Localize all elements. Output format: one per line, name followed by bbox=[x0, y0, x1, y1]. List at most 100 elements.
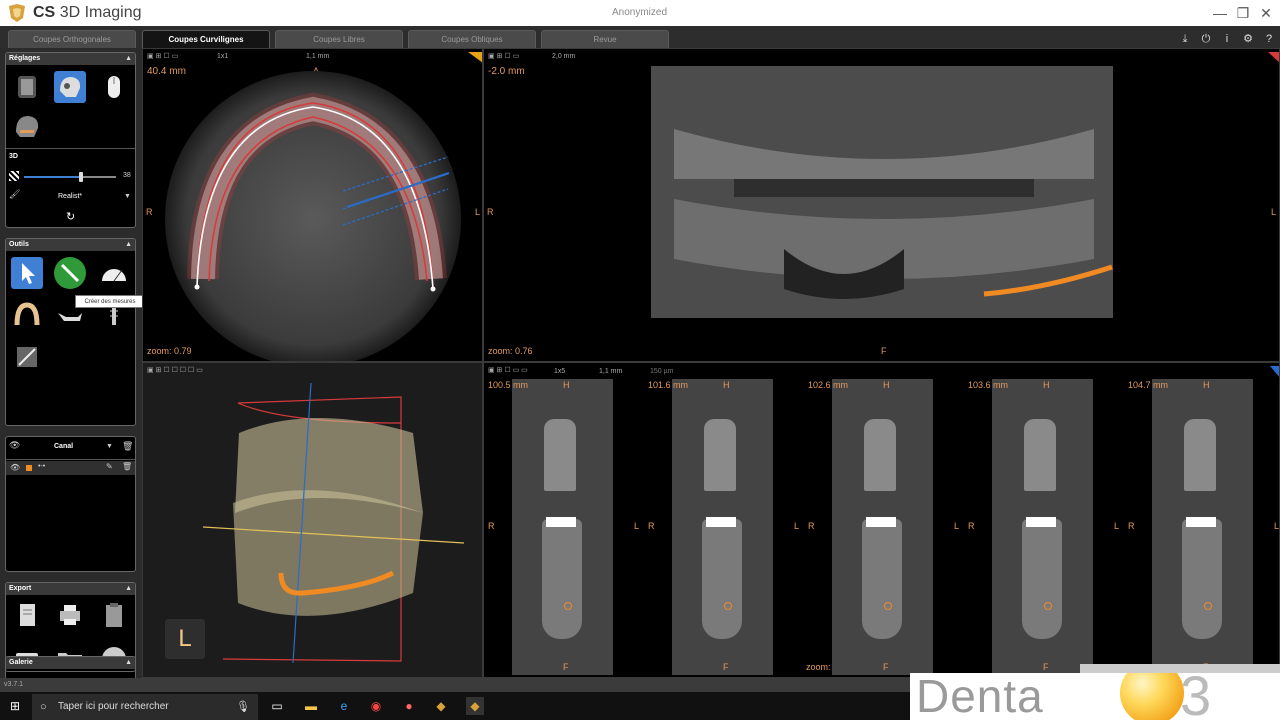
cross-slice[interactable] bbox=[1152, 379, 1253, 675]
file-explorer-icon[interactable]: ▬ bbox=[302, 697, 320, 715]
panoramic-image bbox=[651, 52, 1279, 318]
tab-coupes-obliques[interactable]: Coupes Obliques bbox=[408, 30, 536, 48]
watermark-text: Denta bbox=[916, 673, 1044, 720]
app-title: CS 3D Imaging bbox=[33, 4, 142, 21]
tab-coupes-curvilignes[interactable]: Coupes Curvilignes bbox=[142, 30, 270, 48]
tooth-crown bbox=[1024, 419, 1056, 491]
app-window: CS 3D Imaging Anonymized — ❐ ✕ Coupes Or… bbox=[0, 0, 1280, 720]
orientation-right: L bbox=[1274, 521, 1280, 531]
trash-icon[interactable]: 🗑 bbox=[122, 441, 133, 452]
minimize-button[interactable]: — bbox=[1210, 4, 1230, 22]
orientation-bottom: F bbox=[1043, 662, 1049, 672]
pencil-icon[interactable]: ✎ bbox=[106, 462, 113, 471]
tooltip: Créer des mesures bbox=[75, 295, 145, 308]
orientation-left: R bbox=[488, 521, 495, 531]
printer-icon[interactable] bbox=[54, 599, 86, 631]
orientation-left: R bbox=[1128, 521, 1135, 531]
panel-canal: 👁 Canal ▼ 🗑 👁 •-• ✎ 🗑 bbox=[5, 436, 136, 572]
protractor-icon[interactable] bbox=[98, 257, 130, 289]
opacity-slider[interactable] bbox=[24, 172, 116, 182]
cs-imaging-active-icon[interactable]: ◆ bbox=[466, 697, 484, 715]
chevron-down-icon[interactable]: ▼ bbox=[124, 193, 131, 200]
edge-icon[interactable]: e bbox=[335, 697, 353, 715]
cross-slice[interactable] bbox=[512, 379, 613, 675]
slice-position: 101.6 mm bbox=[648, 380, 689, 390]
tab-coupes-orthogonales[interactable]: Coupes Orthogonales bbox=[8, 30, 136, 48]
tooth-crown bbox=[1184, 419, 1216, 491]
orientation-left: R bbox=[648, 521, 655, 531]
mouse-icon[interactable] bbox=[98, 71, 130, 103]
cross-section-view[interactable]: ▣ ⊞ ☐ ▭ ▭ 1x5 1,1 mm 150 µm zoom: 0.76 1… bbox=[483, 362, 1280, 678]
canal-marker bbox=[1204, 602, 1212, 610]
slider-handle[interactable] bbox=[79, 172, 84, 182]
skull-view-icon[interactable] bbox=[11, 71, 43, 103]
cross-slice[interactable] bbox=[832, 379, 933, 675]
canal-select[interactable]: Canal bbox=[54, 443, 73, 450]
panoramic-view[interactable]: ▣ ⊞ ☐ ▭ 2,0 mm -2.0 mm zoom: 0.76 H F R … bbox=[483, 48, 1280, 362]
orientation-top: H bbox=[563, 380, 570, 390]
power-icon[interactable]: ⏻ bbox=[1199, 33, 1213, 45]
clipboard-icon[interactable] bbox=[98, 599, 130, 631]
microphone-icon[interactable]: 🎙 bbox=[236, 694, 250, 720]
maximize-button[interactable]: ❐ bbox=[1233, 4, 1253, 22]
chrome-icon[interactable]: ◉ bbox=[367, 697, 385, 715]
view-toolbar[interactable]: ▣ ⊞ ☐ ▭ ▭ bbox=[488, 366, 528, 374]
info-icon[interactable]: i bbox=[1220, 33, 1234, 45]
brush-icon: 🖌 bbox=[9, 189, 21, 199]
trash-icon[interactable]: 🗑 bbox=[122, 462, 132, 471]
slice-position: 102.6 mm bbox=[808, 380, 849, 390]
eye-icon[interactable]: 👁 bbox=[9, 440, 20, 451]
cs-logo-icon bbox=[9, 4, 25, 22]
label-3d: 3D bbox=[9, 153, 18, 160]
measure-icon[interactable] bbox=[54, 257, 86, 289]
tab-revue[interactable]: Revue bbox=[541, 30, 669, 48]
version-label: v3.7.1 bbox=[4, 681, 24, 688]
denta3-watermark: Denta 3 bbox=[910, 673, 1280, 720]
taskbar-search[interactable]: ○ Taper ici pour rechercher 🎙 bbox=[32, 694, 258, 720]
axial-image bbox=[165, 52, 482, 361]
cross-slice[interactable] bbox=[672, 379, 773, 675]
task-view-icon[interactable]: ▭ bbox=[268, 697, 286, 715]
help-icon[interactable]: ? bbox=[1262, 33, 1276, 45]
gear-icon[interactable]: ⚙ bbox=[1241, 33, 1255, 45]
slice-spacing: 150 µm bbox=[650, 368, 674, 375]
volume-view[interactable]: ▣ ⊞ ☐ ☐ ☐ ☐ ▭ L bbox=[142, 362, 483, 678]
tab-coupes-libres[interactable]: Coupes Libres bbox=[275, 30, 403, 48]
pointer-icon[interactable] bbox=[11, 257, 43, 289]
chevron-down-icon[interactable]: ▼ bbox=[106, 443, 113, 450]
canal-marker bbox=[724, 602, 732, 610]
rotate-icon[interactable]: ↻ bbox=[66, 210, 75, 223]
filling bbox=[546, 517, 576, 527]
watermark-suffix: 3 bbox=[1180, 673, 1212, 720]
panel-outils: Outils ▲ bbox=[5, 238, 136, 426]
record-icon[interactable]: ● bbox=[400, 697, 418, 715]
document-icon[interactable] bbox=[11, 599, 43, 631]
render-mode-select[interactable]: Realist* bbox=[58, 193, 82, 200]
orientation-bottom: F bbox=[723, 662, 729, 672]
canal-marker bbox=[564, 602, 572, 610]
axial-view[interactable]: ▣ ⊞ ☐ ▭ 1x1 1,1 mm 40.4 mm zoom: 0.79 A … bbox=[142, 48, 483, 362]
tooth-crown bbox=[704, 419, 736, 491]
close-button[interactable]: ✕ bbox=[1256, 4, 1276, 22]
cs-imaging-taskbar-icon[interactable]: ◆ bbox=[432, 697, 450, 715]
canal-list-item[interactable]: 👁 •-• ✎ 🗑 bbox=[6, 461, 135, 475]
panel-reglages: Réglages ▲ 3D 38 🖌 Realist* ▼ ↻ bbox=[5, 52, 136, 228]
eye-icon[interactable]: 👁 bbox=[10, 463, 20, 472]
canal-marker bbox=[1044, 602, 1052, 610]
slider-fill bbox=[24, 176, 82, 178]
orientation-left: R bbox=[808, 521, 815, 531]
panel-title-outils: Outils ▲ bbox=[6, 239, 135, 251]
orientation-cube[interactable]: L bbox=[165, 619, 205, 659]
skull-side-icon[interactable] bbox=[54, 71, 86, 103]
skull-profile-icon[interactable] bbox=[11, 110, 43, 142]
search-icon: ○ bbox=[40, 701, 47, 713]
windows-start-icon[interactable]: ⊞ bbox=[6, 697, 24, 715]
cross-slice[interactable] bbox=[992, 379, 1093, 675]
download-icon[interactable]: ⤓ bbox=[1178, 33, 1192, 45]
dental-arch-icon[interactable] bbox=[11, 299, 43, 331]
panel-galerie[interactable]: Galerie ▲ bbox=[5, 656, 136, 672]
canal-path-icon: •-• bbox=[38, 463, 46, 470]
contrast-icon[interactable] bbox=[11, 341, 43, 373]
filling bbox=[866, 517, 896, 527]
title-bar: CS 3D Imaging Anonymized — ❐ ✕ bbox=[0, 0, 1280, 26]
